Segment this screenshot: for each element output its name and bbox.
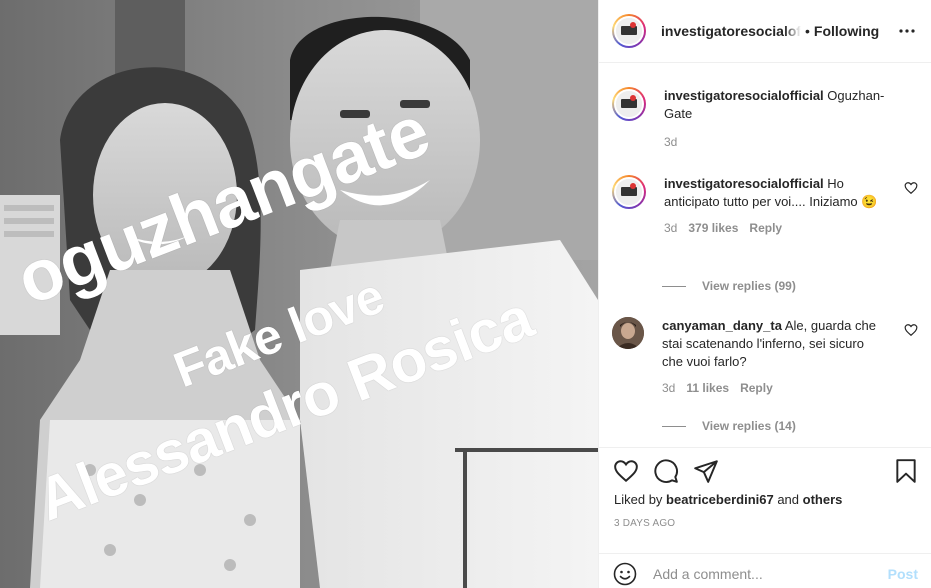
author-logo-icon bbox=[616, 18, 642, 44]
replies-divider bbox=[662, 285, 686, 287]
share-icon[interactable] bbox=[693, 458, 719, 484]
post-comment-button[interactable]: Post bbox=[888, 566, 918, 582]
comment-input[interactable] bbox=[653, 565, 873, 582]
post-side-panel: investigatoresocialofficial • Following bbox=[598, 0, 931, 588]
view-replies-button[interactable]: View replies (99) bbox=[662, 279, 796, 293]
reply-button[interactable]: Reply bbox=[740, 381, 773, 395]
wink-emoji: 😉 bbox=[861, 194, 878, 209]
liked-others-link[interactable]: others bbox=[803, 492, 843, 507]
comment-username[interactable]: investigatoresocialofficial bbox=[664, 176, 824, 191]
comment-avatar[interactable] bbox=[612, 175, 646, 209]
comment-likes[interactable]: 11 likes bbox=[686, 381, 729, 395]
instagram-post: oguzhangate Fake love Alessandro Rosica … bbox=[0, 0, 931, 588]
comment-time[interactable]: 3d bbox=[662, 381, 675, 395]
comment-likes[interactable]: 379 likes bbox=[688, 221, 738, 235]
add-comment-bar: Post bbox=[599, 553, 931, 588]
liked-by-text: Liked by beatriceberdini67 and others bbox=[614, 492, 842, 507]
caption-time[interactable]: 3d bbox=[664, 135, 677, 149]
action-icons-bar bbox=[613, 458, 919, 484]
post-actions: Liked by beatriceberdini67 and others 3 … bbox=[599, 447, 931, 588]
user-photo-icon bbox=[612, 317, 644, 349]
caption-text-block: investigatoresocialofficial Oguzhan-Gate bbox=[664, 87, 904, 123]
comment-heart-icon[interactable] bbox=[904, 181, 918, 195]
heart-icon[interactable] bbox=[613, 458, 639, 484]
post-header: investigatoresocialofficial • Following bbox=[599, 0, 931, 63]
reply-button[interactable]: Reply bbox=[749, 221, 782, 235]
comment-text-block: investigatoresocialofficial Ho anticipat… bbox=[664, 175, 890, 211]
following-button[interactable]: Following bbox=[814, 23, 879, 39]
view-replies-label: View replies (14) bbox=[702, 419, 796, 433]
view-replies-label: View replies (99) bbox=[702, 279, 796, 293]
comment-avatar[interactable] bbox=[612, 317, 644, 349]
comment-item: investigatoresocialofficial Ho anticipat… bbox=[612, 175, 918, 235]
caption-avatar[interactable] bbox=[612, 87, 646, 121]
author-logo-icon bbox=[616, 91, 642, 117]
replies-divider bbox=[662, 425, 686, 427]
post-timestamp[interactable]: 3 DAYS AGO bbox=[614, 518, 675, 529]
caption-row: investigatoresocialofficial Oguzhan-Gate… bbox=[612, 87, 918, 149]
post-photo[interactable]: oguzhangate Fake love Alessandro Rosica bbox=[0, 0, 598, 588]
view-replies-button[interactable]: View replies (14) bbox=[662, 419, 796, 433]
liked-prefix: Liked by bbox=[614, 492, 663, 507]
comment-text-block: canyaman_dany_ta Ale, guarda che stai sc… bbox=[662, 317, 888, 371]
liked-by-user[interactable]: beatriceberdini67 bbox=[666, 492, 774, 507]
header-username[interactable]: investigatoresocialofficial bbox=[661, 23, 801, 39]
liked-and: and bbox=[777, 492, 800, 507]
comment-time[interactable]: 3d bbox=[664, 221, 677, 235]
comment-icon[interactable] bbox=[653, 458, 679, 484]
more-options-button[interactable] bbox=[897, 21, 917, 41]
comment-item: canyaman_dany_ta Ale, guarda che stai sc… bbox=[612, 317, 918, 395]
bookmark-icon[interactable] bbox=[893, 458, 919, 484]
more-horizontal-icon bbox=[899, 29, 915, 33]
caption-username[interactable]: investigatoresocialofficial bbox=[664, 88, 824, 103]
header-separator: • bbox=[805, 23, 810, 39]
author-logo-icon bbox=[616, 179, 642, 205]
photo-scene bbox=[0, 0, 598, 588]
author-avatar[interactable] bbox=[612, 14, 646, 48]
comment-heart-icon[interactable] bbox=[904, 323, 918, 337]
comments-list[interactable]: investigatoresocialofficial Oguzhan-Gate… bbox=[599, 64, 931, 447]
comment-username[interactable]: canyaman_dany_ta bbox=[662, 318, 782, 333]
emoji-icon[interactable] bbox=[613, 562, 637, 586]
